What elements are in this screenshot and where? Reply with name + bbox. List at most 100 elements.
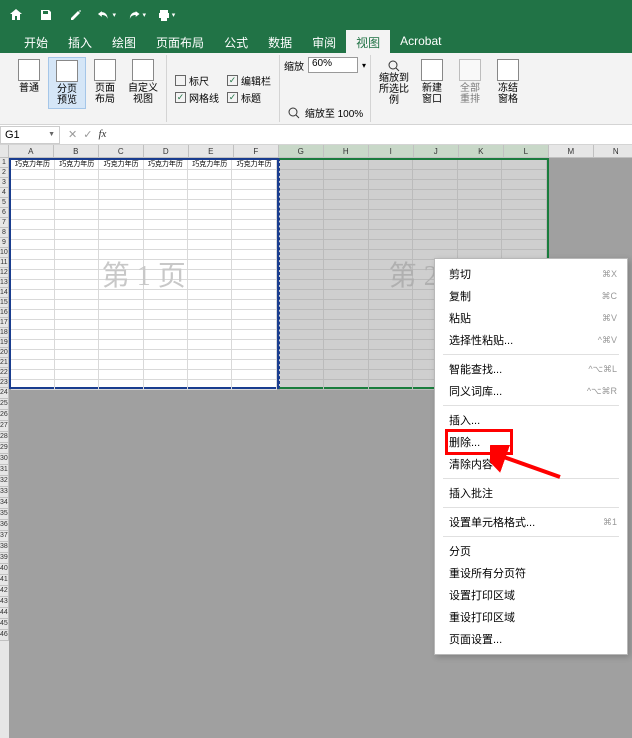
cell[interactable] (188, 300, 232, 310)
cell[interactable] (55, 310, 99, 320)
cell[interactable] (280, 260, 325, 270)
arrange-all-button[interactable]: 全部重排 (451, 57, 489, 107)
cell[interactable] (188, 220, 232, 230)
cell[interactable] (144, 350, 188, 360)
cell[interactable] (324, 230, 369, 240)
context-menu-item[interactable]: 同义词库...^⌥⌘R (435, 380, 627, 402)
cell[interactable] (99, 340, 143, 350)
cell[interactable] (324, 300, 369, 310)
cell[interactable] (324, 170, 369, 180)
cell[interactable] (11, 240, 55, 250)
row-header[interactable]: 4 (0, 188, 9, 198)
row-header[interactable]: 46 (0, 630, 9, 641)
cell[interactable] (55, 280, 99, 290)
row-header[interactable]: 6 (0, 208, 9, 218)
cell[interactable] (55, 180, 99, 190)
cell[interactable] (99, 300, 143, 310)
cell[interactable] (369, 230, 414, 240)
cell[interactable] (99, 190, 143, 200)
cell[interactable] (99, 290, 143, 300)
cell[interactable] (188, 210, 232, 220)
column-header[interactable]: E (189, 145, 234, 158)
cell[interactable] (188, 350, 232, 360)
row-header[interactable]: 15 (0, 298, 9, 308)
edit-icon[interactable] (66, 5, 86, 25)
cell[interactable] (458, 240, 503, 250)
row-header[interactable]: 32 (0, 476, 9, 487)
column-header[interactable]: D (144, 145, 189, 158)
tab-formula[interactable]: 公式 (214, 30, 258, 53)
tab-data[interactable]: 数据 (258, 30, 302, 53)
cell[interactable] (188, 360, 232, 370)
zoom-input[interactable]: 60% (308, 57, 358, 73)
row-header[interactable]: 10 (0, 248, 9, 258)
home-icon[interactable] (6, 5, 26, 25)
row-header[interactable]: 9 (0, 238, 9, 248)
cell[interactable] (144, 250, 188, 260)
cell[interactable] (324, 200, 369, 210)
row-header[interactable]: 2 (0, 168, 9, 178)
cell[interactable] (369, 180, 414, 190)
row-header[interactable]: 11 (0, 258, 9, 268)
cell[interactable] (144, 320, 188, 330)
custom-view-button[interactable]: 自定义视图 (124, 57, 162, 107)
cell[interactable] (99, 170, 143, 180)
column-header[interactable]: L (504, 145, 549, 158)
cell[interactable] (280, 210, 325, 220)
cell[interactable] (55, 340, 99, 350)
cell[interactable] (324, 370, 369, 380)
row-header[interactable]: 44 (0, 608, 9, 619)
row-header[interactable]: 40 (0, 564, 9, 575)
cell[interactable] (144, 340, 188, 350)
cell[interactable] (144, 210, 188, 220)
column-header[interactable]: G (279, 145, 324, 158)
cell[interactable] (232, 240, 276, 250)
cell[interactable] (188, 380, 232, 390)
cell[interactable] (55, 190, 99, 200)
cell[interactable] (369, 280, 414, 290)
tab-acrobat[interactable]: Acrobat (390, 30, 451, 53)
cell[interactable] (232, 360, 276, 370)
cell[interactable] (369, 190, 414, 200)
cell[interactable] (55, 330, 99, 340)
cell[interactable] (324, 360, 369, 370)
normal-view-button[interactable]: 普通 (10, 57, 48, 96)
cell[interactable] (11, 320, 55, 330)
cell[interactable] (99, 310, 143, 320)
fx-icon[interactable]: fx (98, 128, 106, 141)
cell[interactable] (232, 270, 276, 280)
tab-insert[interactable]: 插入 (58, 30, 102, 53)
context-menu-item[interactable]: 智能查找...^⌥⌘L (435, 358, 627, 380)
row-header[interactable]: 19 (0, 338, 9, 348)
cell[interactable] (55, 240, 99, 250)
cell[interactable] (458, 200, 503, 210)
cell[interactable] (99, 220, 143, 230)
redo-icon[interactable]: ▾ (126, 5, 146, 25)
save-icon[interactable] (36, 5, 56, 25)
row-header[interactable]: 38 (0, 542, 9, 553)
cell[interactable] (458, 230, 503, 240)
cell[interactable] (324, 240, 369, 250)
cell[interactable] (413, 220, 458, 230)
cell[interactable] (188, 190, 232, 200)
cell[interactable] (280, 170, 325, 180)
cell[interactable] (280, 300, 325, 310)
cell[interactable] (55, 370, 99, 380)
cell[interactable] (11, 290, 55, 300)
column-header[interactable]: A (9, 145, 54, 158)
cell[interactable] (99, 270, 143, 280)
cell[interactable] (99, 360, 143, 370)
cell[interactable] (502, 230, 547, 240)
context-menu-item[interactable]: 重设打印区域 (435, 606, 627, 628)
cell[interactable] (55, 270, 99, 280)
cell[interactable] (280, 250, 325, 260)
cell[interactable] (11, 190, 55, 200)
cell[interactable] (188, 260, 232, 270)
cell[interactable] (280, 280, 325, 290)
cell[interactable] (324, 380, 369, 390)
ruler-checkbox[interactable]: 标尺 (175, 73, 219, 88)
cell[interactable]: 巧克力年历 (232, 160, 276, 170)
cell[interactable] (324, 340, 369, 350)
cell[interactable]: 巧克力年历 (11, 160, 55, 170)
row-header[interactable]: 16 (0, 308, 9, 318)
